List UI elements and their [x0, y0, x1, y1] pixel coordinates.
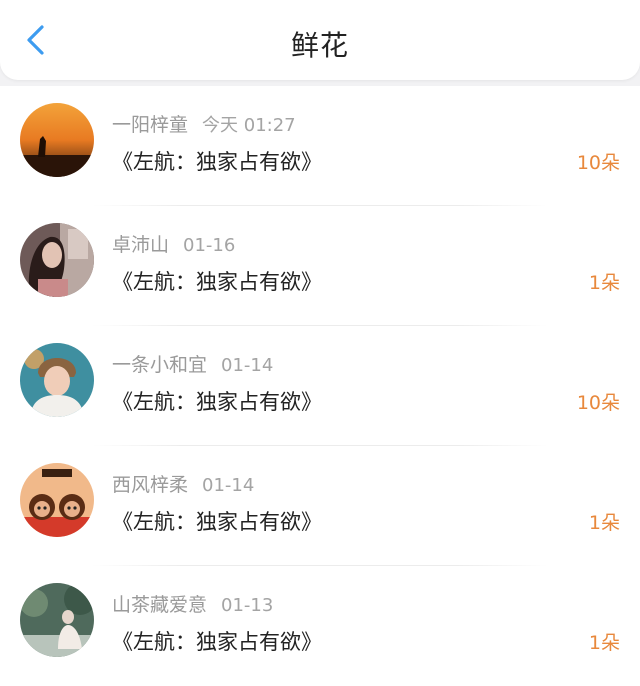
book-title: 《左航：独家占有欲》 [112, 630, 322, 654]
flower-gift-list: 一阳梓童 今天 01:27 《左航：独家占有欲》 10朵 卓沛山 01-16 《左航… [0, 86, 640, 686]
timestamp: 01-16 [183, 235, 236, 256]
avatar [20, 223, 94, 297]
avatar [20, 463, 94, 537]
avatar [20, 343, 94, 417]
user-name: 卓沛山 [112, 234, 170, 256]
book-title: 《左航：独家占有欲》 [112, 150, 322, 174]
gift-meta: 西风梓柔 01-14 [112, 470, 254, 497]
timestamp: 01-14 [202, 475, 255, 496]
gift-meta: 卓沛山 01-16 [112, 230, 235, 257]
list-item[interactable]: 山茶藏爱意 01-13 《左航：独家占有欲》 1朵 [0, 566, 640, 686]
gift-meta: 一条小和宜 01-14 [112, 350, 273, 377]
book-title: 《左航：独家占有欲》 [112, 510, 322, 534]
avatar [20, 103, 94, 177]
flower-count: 1朵 [588, 512, 620, 534]
flower-count: 10朵 [576, 392, 620, 414]
list-item[interactable]: 一条小和宜 01-14 《左航：独家占有欲》 10朵 [0, 326, 640, 446]
gift-meta: 山茶藏爱意 01-13 [112, 590, 273, 617]
user-name: 一条小和宜 [112, 354, 208, 376]
user-name: 西风梓柔 [112, 474, 189, 496]
flower-count: 1朵 [588, 272, 620, 294]
list-item[interactable]: 一阳梓童 今天 01:27 《左航：独家占有欲》 10朵 [0, 86, 640, 206]
list-item[interactable]: 西风梓柔 01-14 《左航：独家占有欲》 1朵 [0, 446, 640, 566]
flower-count: 1朵 [588, 632, 620, 654]
top-bar: 鲜花 [0, 0, 640, 80]
timestamp: 01-14 [221, 355, 274, 376]
gift-meta: 一阳梓童 今天 01:27 [112, 110, 296, 137]
book-title: 《左航：独家占有欲》 [112, 270, 322, 294]
flower-count: 10朵 [576, 152, 620, 174]
user-name: 山茶藏爱意 [112, 594, 208, 616]
page-title: 鲜花 [290, 29, 349, 62]
avatar [20, 583, 94, 657]
timestamp: 今天 01:27 [202, 115, 296, 136]
timestamp: 01-13 [221, 595, 274, 616]
list-item[interactable]: 卓沛山 01-16 《左航：独家占有欲》 1朵 [0, 206, 640, 326]
book-title: 《左航：独家占有欲》 [112, 390, 322, 414]
user-name: 一阳梓童 [112, 114, 189, 136]
